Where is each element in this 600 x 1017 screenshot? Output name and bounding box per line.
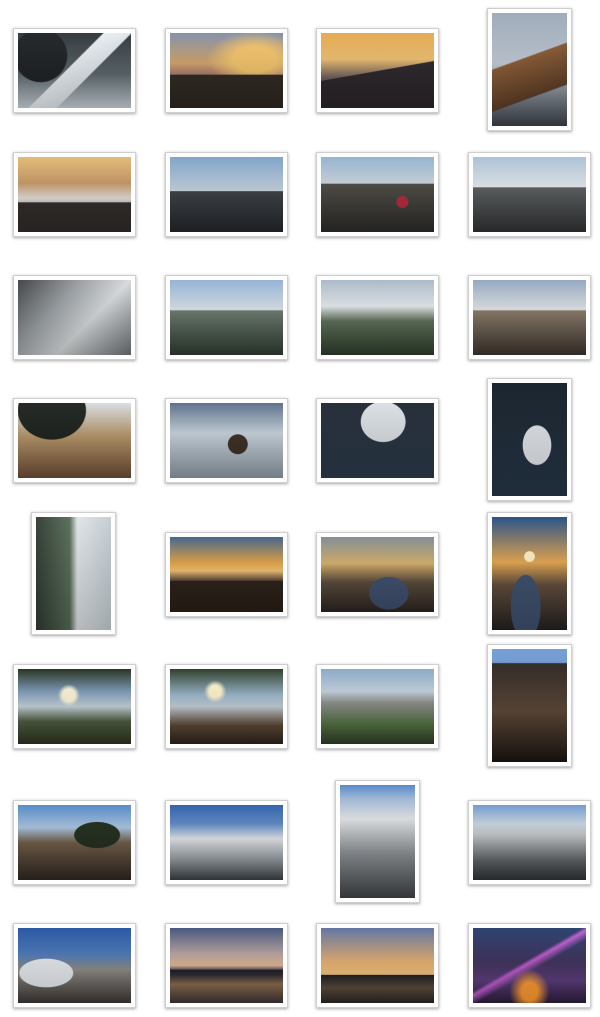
golden-rocks-photo <box>321 537 434 612</box>
pine-cliff-photo <box>18 805 131 880</box>
cave-portrait-photo <box>492 649 567 762</box>
gallery-thumbnail[interactable] <box>165 275 288 360</box>
blue-mountains-photo <box>321 669 434 744</box>
frost-gorge-2-photo <box>473 805 586 880</box>
gallery-thumbnail[interactable] <box>13 923 136 1008</box>
gallery-thumbnail[interactable] <box>316 28 439 113</box>
sunburst-photo <box>18 669 131 744</box>
photo-gallery-grid <box>0 0 600 1017</box>
sun-bridge-photo <box>170 669 283 744</box>
sunrise-peaks-photo <box>170 537 283 612</box>
gallery-thumbnail[interactable] <box>316 532 439 617</box>
misty-cliff-portrait-photo <box>36 517 111 630</box>
gallery-thumbnail[interactable] <box>13 28 136 113</box>
gallery-thumbnail[interactable] <box>468 275 591 360</box>
red-pavilion-photo <box>321 157 434 232</box>
sea-of-clouds-photo <box>18 157 131 232</box>
gallery-thumbnail[interactable] <box>31 512 116 635</box>
gallery-thumbnail[interactable] <box>468 800 591 885</box>
gallery-thumbnail[interactable] <box>165 664 288 749</box>
gallery-thumbnail[interactable] <box>316 152 439 237</box>
gallery-thumbnail[interactable] <box>468 923 591 1008</box>
cliff-portrait-photo <box>492 13 567 126</box>
gallery-thumbnail[interactable] <box>487 644 572 767</box>
sunrise-portrait-photo <box>492 517 567 630</box>
gallery-thumbnail[interactable] <box>487 512 572 635</box>
valley-photo <box>170 157 283 232</box>
misty-peaks-photo <box>473 157 586 232</box>
gallery-thumbnail[interactable] <box>13 152 136 237</box>
golden-sky-peaks-photo <box>321 33 434 108</box>
shanghai-dusk-photo <box>321 928 434 1003</box>
shanghai-skyline-photo <box>170 928 283 1003</box>
gallery-thumbnail[interactable] <box>468 152 591 237</box>
snow-tree-photo <box>170 403 283 478</box>
stairs-portrait-photo <box>340 785 415 898</box>
highway-interchange-photo <box>473 928 586 1003</box>
snow-branch-portrait-photo <box>492 383 567 496</box>
gallery-thumbnail[interactable] <box>316 398 439 483</box>
gallery-thumbnail[interactable] <box>316 275 439 360</box>
gallery-thumbnail[interactable] <box>13 800 136 885</box>
gallery-thumbnail[interactable] <box>165 28 288 113</box>
gallery-thumbnail[interactable] <box>487 378 572 501</box>
sunset-peaks-photo <box>170 33 283 108</box>
gallery-thumbnail[interactable] <box>165 152 288 237</box>
gallery-thumbnail[interactable] <box>165 532 288 617</box>
pine-peak-photo <box>18 403 131 478</box>
gallery-thumbnail[interactable] <box>13 664 136 749</box>
gallery-thumbnail[interactable] <box>165 923 288 1008</box>
gallery-thumbnail[interactable] <box>13 398 136 483</box>
snow-branch-photo <box>321 403 434 478</box>
blue-snow-tree-photo <box>18 928 131 1003</box>
clouds-over-ridge-photo <box>473 280 586 355</box>
gallery-thumbnail[interactable] <box>335 780 420 903</box>
blue-frost-photo <box>170 805 283 880</box>
snowy-path-photo <box>18 33 131 108</box>
gallery-thumbnail[interactable] <box>13 275 136 360</box>
gallery-thumbnail[interactable] <box>316 923 439 1008</box>
gallery-thumbnail[interactable] <box>165 800 288 885</box>
mist-green-valley-photo <box>321 280 434 355</box>
gallery-thumbnail[interactable] <box>487 8 572 131</box>
frost-gorge-photo <box>18 280 131 355</box>
cloud-sea-photo <box>170 280 283 355</box>
gallery-thumbnail[interactable] <box>316 664 439 749</box>
gallery-thumbnail[interactable] <box>165 398 288 483</box>
